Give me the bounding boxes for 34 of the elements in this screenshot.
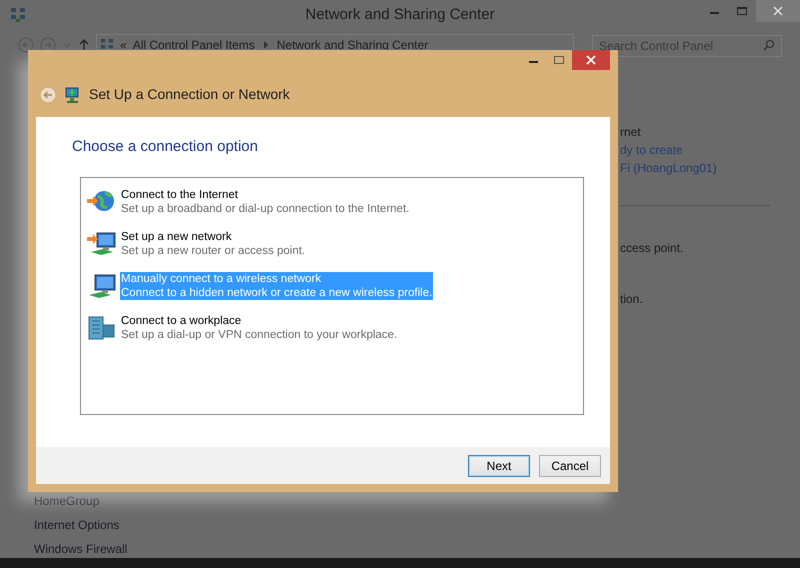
option-item[interactable]: Connect to the Internet Set up a broadband or dial-up connection to the Internet. [120,188,410,216]
up-arrow-icon[interactable] [78,37,90,53]
network-icon [10,7,26,23]
link[interactable]: HomeGroup [34,492,128,510]
network-icon [65,86,81,104]
back-icon[interactable] [39,86,57,104]
building-icon [86,314,116,342]
window-title: Network and Sharing Center [305,4,495,25]
option-item[interactable]: Connect to a workplace Set up a dial-up or VPN connection to your workplace. [120,314,398,342]
next-button[interactable]: Next [468,454,530,476]
link[interactable]: Windows Firewall [34,540,128,558]
forward-icon[interactable] [40,37,56,53]
close-icon [773,6,783,16]
text: rnet [620,124,641,141]
close-button[interactable] [572,50,610,70]
cancel-button[interactable]: Cancel [539,454,601,476]
close-button[interactable] [756,0,800,22]
back-icon[interactable] [18,37,34,53]
link[interactable]: Internet Options [34,516,128,534]
option-item[interactable]: Manually connect to a wireless network Connect to a hidden network or create a new wireless profile. [120,272,434,300]
text: tion. [620,291,643,308]
dialog-title: Set Up a Connection or Network [89,85,290,104]
option-item[interactable]: Set up a new network Set up a new router or access point. [120,230,306,258]
breadcrumb-overflow[interactable]: « [120,36,127,54]
monitor-icon [86,230,116,258]
link[interactable]: Fi (HoangLong01) [620,159,717,177]
text: ccess point. [620,240,684,257]
page-heading: Choose a connection option [72,137,259,157]
chevron-icon [262,41,269,49]
breadcrumb-item[interactable]: All Control Panel Items [132,36,255,54]
breadcrumb-item[interactable]: Network and Sharing Center [276,36,428,54]
close-icon [586,55,596,65]
link[interactable]: dy to create [620,141,683,159]
search-icon [763,39,775,51]
